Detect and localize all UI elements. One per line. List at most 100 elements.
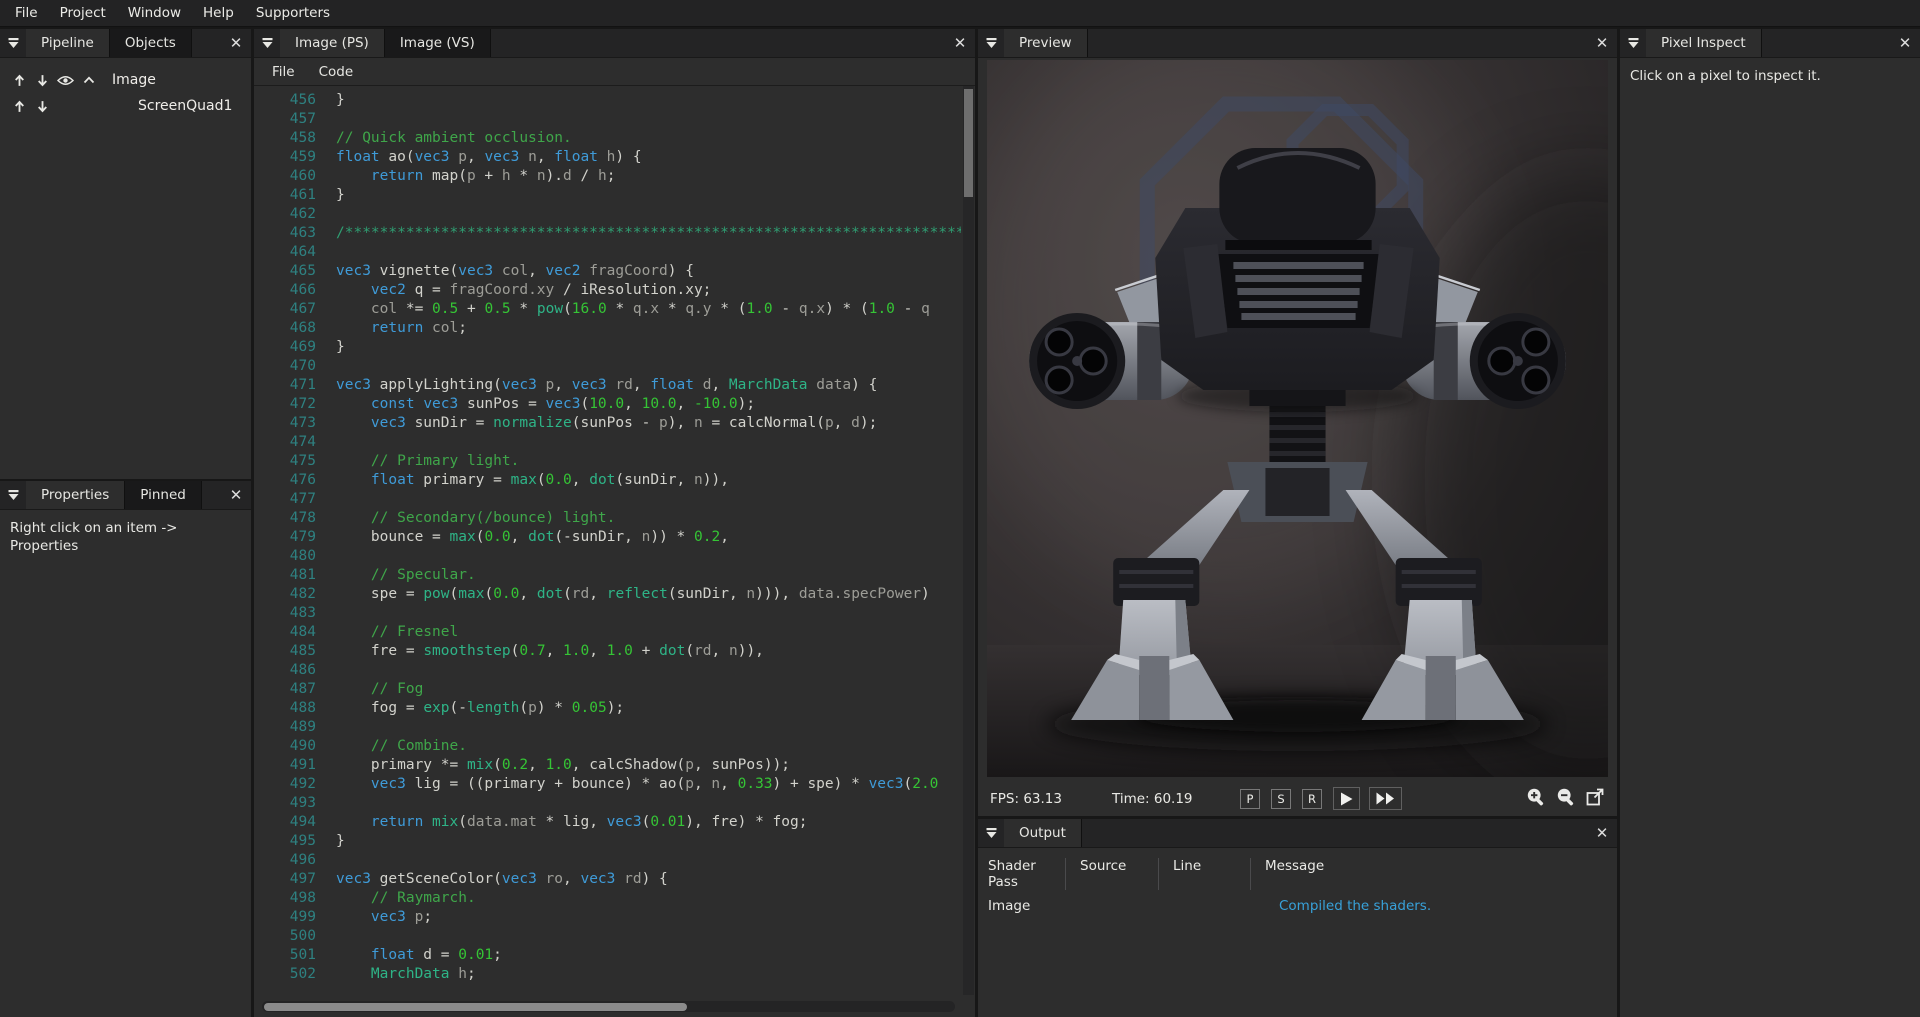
- horizontal-scrollbar[interactable]: [262, 1001, 955, 1012]
- output-header-row: Shader PassSourceLineMessage: [978, 848, 1617, 894]
- code-line: 467 col *= 0.5 + 0.5 * pow(16.0 * q.x * …: [254, 300, 961, 319]
- p-button[interactable]: P: [1240, 789, 1260, 809]
- panel-collapse-icon[interactable]: [978, 29, 1004, 57]
- code-line: 482 spe = pow(max(0.0, dot(rd, reflect(s…: [254, 585, 961, 604]
- code-line: 486: [254, 661, 961, 680]
- pipeline-tree: ImageScreenQuad1: [0, 58, 251, 119]
- fast-forward-button[interactable]: [1369, 787, 1402, 810]
- panel-collapse-icon[interactable]: [1620, 29, 1646, 57]
- code-line: 500: [254, 927, 961, 946]
- properties-hint: Right click on an item -> Properties: [0, 510, 251, 566]
- line-number: 484: [254, 623, 316, 642]
- close-icon[interactable]: ✕: [945, 29, 975, 57]
- zoom-controls: [1526, 787, 1604, 811]
- s-button[interactable]: S: [1271, 789, 1291, 809]
- code-line: 464: [254, 243, 961, 262]
- code-line: 476 float primary = max(0.0, dot(sunDir,…: [254, 471, 961, 490]
- horizontal-scrollbar-thumb[interactable]: [264, 1003, 687, 1011]
- code-line: 458// Quick ambient occlusion.: [254, 129, 961, 148]
- zoom-in-icon[interactable]: [1526, 787, 1546, 811]
- code-line: 461}: [254, 186, 961, 205]
- r-button[interactable]: R: [1302, 789, 1322, 809]
- vertical-scrollbar[interactable]: [963, 86, 974, 995]
- panel-collapse-icon[interactable]: [0, 29, 26, 57]
- zoom-out-icon[interactable]: [1556, 787, 1576, 811]
- output-header-cell: Source: [1080, 858, 1159, 890]
- play-button[interactable]: [1333, 787, 1360, 810]
- code-line: 460 return map(p + h * n).d / h;: [254, 167, 961, 186]
- tab-properties[interactable]: Properties: [26, 481, 125, 509]
- code-line: 502 MarchData h;: [254, 965, 961, 984]
- line-number: 479: [254, 528, 316, 547]
- move-up-icon[interactable]: [8, 100, 31, 113]
- output-row[interactable]: ImageCompiled the shaders.: [978, 894, 1617, 918]
- properties-tabs: PropertiesPinned: [26, 481, 202, 509]
- move-down-icon[interactable]: [31, 100, 54, 113]
- code-line: 491 primary *= mix(0.2, 1.0, calcShadow(…: [254, 756, 961, 775]
- code-line: 473 vec3 sunDir = normalize(sunPos - p),…: [254, 414, 961, 433]
- code-line: 499 vec3 p;: [254, 908, 961, 927]
- tab-pipeline[interactable]: Pipeline: [26, 29, 110, 57]
- tab-output[interactable]: Output: [1004, 819, 1082, 847]
- code-line: 475 // Primary light.: [254, 452, 961, 471]
- line-number: 465: [254, 262, 316, 281]
- pipeline-tabbar: PipelineObjects ✕: [0, 29, 251, 58]
- tree-row-screenquad1[interactable]: ScreenQuad1: [0, 93, 251, 119]
- menu-item-supporters[interactable]: Supporters: [245, 0, 341, 26]
- editor-menubar: File Code: [254, 58, 975, 86]
- close-icon[interactable]: ✕: [1587, 819, 1617, 847]
- menubar: FileProjectWindowHelpSupporters: [0, 0, 1920, 27]
- line-number: 480: [254, 547, 316, 566]
- code-line: 497vec3 getSceneColor(vec3 ro, vec3 rd) …: [254, 870, 961, 889]
- line-number: 473: [254, 414, 316, 433]
- output-header-cell: Shader Pass: [988, 858, 1066, 890]
- close-icon[interactable]: ✕: [221, 29, 251, 57]
- output-cell: Image: [988, 898, 1080, 914]
- visibility-icon[interactable]: [54, 75, 77, 86]
- code-line: 471vec3 applyLighting(vec3 p, vec3 rd, f…: [254, 376, 961, 395]
- code-area[interactable]: 456}457458// Quick ambient occlusion.459…: [254, 85, 961, 997]
- code-line: 483: [254, 604, 961, 623]
- menu-item-file[interactable]: File: [4, 0, 49, 26]
- code-line: 468 return col;: [254, 319, 961, 338]
- move-up-icon[interactable]: [8, 74, 31, 87]
- code-line: 457: [254, 110, 961, 129]
- line-number: 481: [254, 566, 316, 585]
- preview-render[interactable]: [987, 60, 1608, 777]
- menu-item-help[interactable]: Help: [192, 0, 245, 26]
- pixel-inspect-hint: Click on a pixel to inspect it.: [1620, 58, 1920, 96]
- preview-tabbar: Preview ✕: [978, 29, 1617, 58]
- panel-collapse-icon[interactable]: [978, 819, 1004, 847]
- collapse-icon[interactable]: [77, 76, 100, 84]
- tab-preview[interactable]: Preview: [1004, 29, 1088, 57]
- line-number: 466: [254, 281, 316, 300]
- vertical-scrollbar-thumb[interactable]: [964, 89, 973, 197]
- editor-menu-file[interactable]: File: [260, 64, 307, 80]
- tab-pixel-inspect[interactable]: Pixel Inspect: [1646, 29, 1762, 57]
- line-number: 483: [254, 604, 316, 623]
- menu-item-window[interactable]: Window: [117, 0, 192, 26]
- shadered-window: FileProjectWindowHelpSupporters Pipeline…: [0, 0, 1920, 1017]
- line-number: 482: [254, 585, 316, 604]
- open-in-window-icon[interactable]: [1586, 788, 1604, 810]
- close-icon[interactable]: ✕: [1890, 29, 1920, 57]
- tab-image-vs[interactable]: Image (VS): [385, 29, 491, 57]
- pixel-inspect-tabbar: Pixel Inspect ✕: [1620, 29, 1920, 58]
- tab-image-ps[interactable]: Image (PS): [280, 29, 385, 57]
- tree-row-image[interactable]: Image: [0, 67, 251, 93]
- editor-menu-code[interactable]: Code: [307, 64, 366, 80]
- move-down-icon[interactable]: [31, 74, 54, 87]
- panel-collapse-icon[interactable]: [254, 29, 280, 57]
- tab-pinned[interactable]: Pinned: [125, 481, 202, 509]
- code-line: 459float ao(vec3 p, vec3 n, float h) {: [254, 148, 961, 167]
- code-line: 494 return mix(data.mat * lig, vec3(0.01…: [254, 813, 961, 832]
- close-icon[interactable]: ✕: [1587, 29, 1617, 57]
- close-icon[interactable]: ✕: [221, 481, 251, 509]
- tab-objects[interactable]: Objects: [110, 29, 192, 57]
- code-line: 474: [254, 433, 961, 452]
- pipeline-panel: PipelineObjects ✕ ImageScreenQuad1: [0, 29, 251, 479]
- panel-collapse-icon[interactable]: [0, 481, 26, 509]
- inspect-tabs: Pixel Inspect: [1646, 29, 1762, 57]
- menu-item-project[interactable]: Project: [49, 0, 117, 26]
- code-line: 495}: [254, 832, 961, 851]
